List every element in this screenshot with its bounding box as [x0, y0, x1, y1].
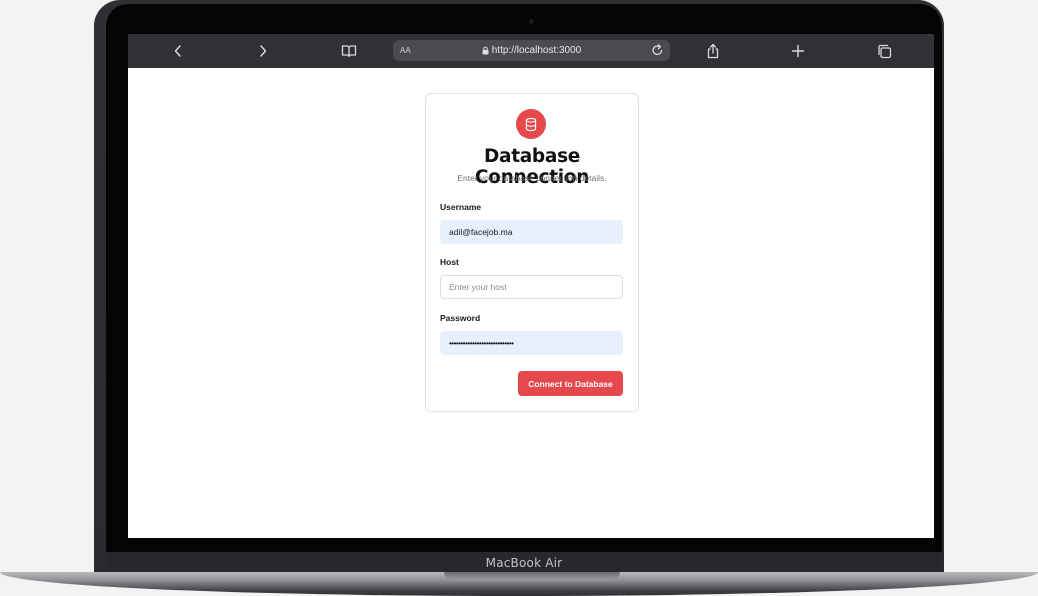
database-badge — [516, 109, 546, 139]
url-text: http://localhost:3000 — [491, 45, 582, 56]
username-input[interactable] — [440, 220, 623, 244]
tabs-overview-button[interactable] — [873, 41, 895, 61]
connect-to-database-button[interactable]: Connect to Database — [518, 371, 623, 396]
browser-toolbar: AA http://localhost:3000 — [128, 34, 934, 68]
share-button[interactable] — [702, 41, 724, 61]
password-label: Password — [440, 313, 481, 323]
bookmarks-button[interactable] — [338, 41, 360, 61]
chevron-left-icon — [174, 45, 181, 57]
form-subtitle: Enter your database connection details. — [457, 173, 607, 183]
chevron-right-icon — [260, 45, 267, 57]
laptop-chin: MacBook Air — [106, 552, 942, 574]
database-icon — [525, 117, 537, 131]
password-input[interactable] — [440, 331, 623, 355]
plus-icon — [791, 44, 805, 58]
username-label: Username — [440, 202, 482, 212]
lock-icon — [482, 46, 489, 55]
database-connection-card: Database Connection Enter your database … — [425, 93, 639, 412]
back-button[interactable] — [167, 41, 189, 61]
host-label: Host — [440, 257, 459, 267]
browser-screen: AA http://localhost:3000 Database Connec… — [128, 34, 934, 538]
tabs-icon — [877, 44, 891, 58]
book-icon — [341, 45, 357, 58]
forward-button[interactable] — [252, 41, 274, 61]
brand-label: MacBook Air — [485, 556, 563, 570]
reload-icon — [652, 44, 663, 56]
address-bar[interactable]: AA http://localhost:3000 — [393, 40, 670, 61]
camera — [529, 19, 534, 24]
share-icon — [707, 43, 719, 59]
hinge-notch — [444, 572, 620, 580]
new-tab-button[interactable] — [787, 41, 809, 61]
host-input[interactable] — [440, 275, 623, 299]
reload-button[interactable] — [651, 43, 664, 60]
